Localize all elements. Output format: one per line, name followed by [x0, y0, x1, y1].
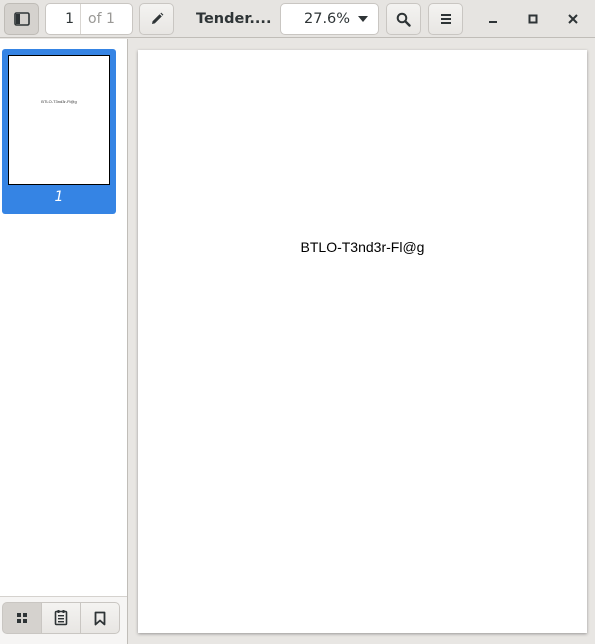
- sidebar-mode-switcher: [0, 596, 127, 644]
- close-button[interactable]: [563, 9, 583, 29]
- page-number-entry[interactable]: 1 of 1: [45, 3, 133, 35]
- sidebar-toggle-button[interactable]: [4, 3, 39, 35]
- sidebar: BTLO-T3nd3r-Fl@g 1: [0, 39, 128, 644]
- document-title: Tender....: [196, 11, 272, 27]
- menu-button[interactable]: [428, 3, 463, 35]
- minimize-button[interactable]: [483, 9, 503, 29]
- bookmarks-icon: [94, 611, 106, 625]
- thumbnail-preview-text: BTLO-T3nd3r-Fl@g: [41, 99, 77, 104]
- document-view[interactable]: BTLO-T3nd3r-Fl@g: [129, 39, 595, 644]
- zoom-selector[interactable]: 27.6%: [280, 3, 379, 35]
- header-bar: 1 of 1 Tender.... 27.6%: [0, 0, 595, 38]
- thumbnail-page-label: 1: [54, 189, 64, 205]
- page-number-input[interactable]: 1: [46, 4, 81, 34]
- close-icon: [568, 14, 578, 24]
- annotate-button[interactable]: [139, 3, 174, 35]
- outline-icon: [54, 610, 68, 626]
- sidebar-icon: [13, 12, 30, 26]
- maximize-icon: [528, 14, 538, 24]
- thumbnail-preview: BTLO-T3nd3r-Fl@g: [8, 55, 110, 185]
- page-thumbnail[interactable]: BTLO-T3nd3r-Fl@g 1: [2, 49, 116, 214]
- outline-mode-button[interactable]: [41, 602, 81, 634]
- pencil-icon: [151, 12, 163, 24]
- bookmarks-mode-button[interactable]: [80, 602, 120, 634]
- thumbnails-mode-button[interactable]: [2, 602, 42, 634]
- maximize-button[interactable]: [523, 9, 543, 29]
- zoom-level: 27.6%: [304, 11, 351, 27]
- chevron-down-icon: [358, 16, 368, 22]
- page-count-label: of 1: [88, 11, 115, 27]
- page-text: BTLO-T3nd3r-Fl@g: [300, 239, 425, 255]
- search-button[interactable]: [386, 3, 421, 35]
- minimize-icon: [489, 21, 497, 23]
- thumbnails-icon: [17, 613, 27, 623]
- document-page: BTLO-T3nd3r-Fl@g: [138, 50, 587, 633]
- search-icon: [396, 12, 411, 27]
- hamburger-icon: [440, 14, 451, 24]
